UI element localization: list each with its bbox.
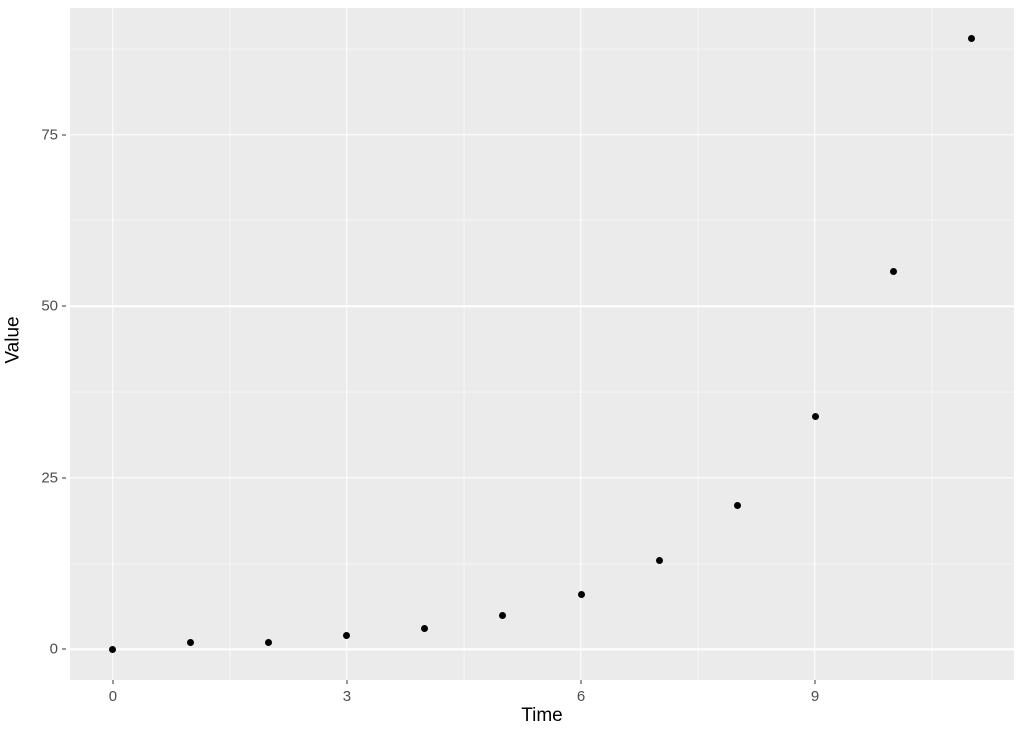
grid-minor-v bbox=[932, 8, 933, 680]
data-point bbox=[656, 557, 663, 564]
grid-minor-h bbox=[70, 220, 1014, 221]
x-tick-mark bbox=[581, 680, 582, 684]
y-tick-label: 0 bbox=[50, 641, 58, 658]
data-point bbox=[109, 646, 116, 653]
plot-panel bbox=[70, 8, 1014, 680]
grid-minor-v bbox=[230, 8, 231, 680]
data-point bbox=[890, 268, 897, 275]
grid-major-h bbox=[70, 306, 1014, 307]
data-point bbox=[968, 35, 975, 42]
y-axis-title-text: Value bbox=[3, 316, 25, 363]
data-point bbox=[578, 591, 585, 598]
y-axis-title: Value bbox=[0, 0, 28, 680]
x-tick-label: 6 bbox=[577, 688, 585, 705]
data-point bbox=[812, 413, 819, 420]
x-tick-mark bbox=[112, 680, 113, 684]
grid-major-v bbox=[112, 8, 113, 680]
y-tick-mark bbox=[62, 306, 66, 307]
data-point bbox=[734, 502, 741, 509]
x-tick-labels: 0 3 6 9 bbox=[70, 684, 1014, 704]
y-tick-labels: 0 25 50 75 bbox=[28, 8, 62, 680]
data-point bbox=[187, 639, 194, 646]
grid-minor-v bbox=[464, 8, 465, 680]
x-tick-label: 9 bbox=[811, 688, 819, 705]
data-point bbox=[343, 632, 350, 639]
data-point bbox=[499, 612, 506, 619]
y-tick-mark bbox=[62, 477, 66, 478]
x-tick-mark bbox=[815, 680, 816, 684]
x-tick-label: 0 bbox=[109, 688, 117, 705]
grid-major-h bbox=[70, 477, 1014, 478]
grid-major-h bbox=[70, 649, 1014, 650]
data-point bbox=[421, 625, 428, 632]
grid-major-v bbox=[814, 8, 815, 680]
y-tick-label: 75 bbox=[41, 126, 58, 143]
x-axis-title: Time bbox=[70, 703, 1014, 729]
grid-minor-h bbox=[70, 563, 1014, 564]
data-point bbox=[265, 639, 272, 646]
x-tick-label: 3 bbox=[343, 688, 351, 705]
grid-major-v bbox=[346, 8, 347, 680]
y-tick-label: 25 bbox=[41, 469, 58, 486]
y-tick-mark bbox=[62, 134, 66, 135]
grid-major-h bbox=[70, 134, 1014, 135]
x-axis-title-text: Time bbox=[521, 705, 563, 727]
x-tick-mark bbox=[346, 680, 347, 684]
chart-container: Value Time 0 25 50 75 0 3 6 9 bbox=[0, 0, 1024, 731]
grid-minor-h bbox=[70, 48, 1014, 49]
grid-major-v bbox=[580, 8, 581, 680]
grid-minor-v bbox=[698, 8, 699, 680]
y-tick-label: 50 bbox=[41, 298, 58, 315]
grid-minor-h bbox=[70, 392, 1014, 393]
y-tick-mark bbox=[62, 649, 66, 650]
